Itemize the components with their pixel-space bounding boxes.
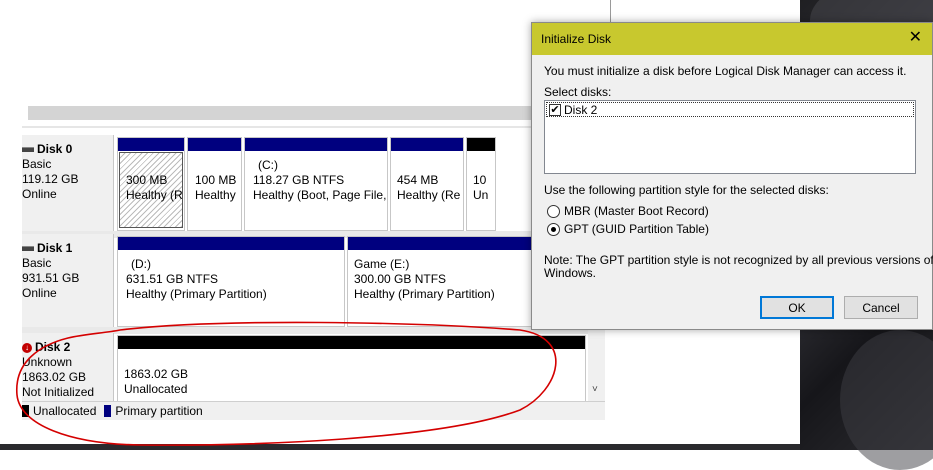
partition-style-label: Use the following partition style for th…: [544, 183, 829, 197]
disk-name: Disk 1: [37, 241, 73, 255]
partition-c[interactable]: (C:) 118.27 GB NTFS Healthy (Boot, Page Fi…: [244, 137, 388, 231]
disk-status: Online: [22, 187, 57, 201]
disk-icon: [22, 147, 34, 152]
partition-unallocated-small[interactable]: 10 Un: [466, 137, 496, 231]
partition-size: 631.51 GB NTFS: [126, 272, 219, 286]
partition-health: Healthy (Primary Partition): [126, 287, 267, 301]
partition-health: Healthy (Primary Partition): [354, 287, 495, 301]
disk-icon: [22, 246, 34, 251]
disk-row-2[interactable]: ↓ Disk 2 Unknown 1863.02 GB Not Initializ…: [22, 333, 588, 403]
legend-label: Primary partition: [115, 404, 203, 418]
partition-name: (C:): [258, 158, 278, 172]
partition-size: 1863.02 GB: [124, 367, 189, 381]
select-disks-label: Select disks:: [544, 85, 612, 99]
note-line: Note: The GPT partition style is not rec…: [544, 253, 933, 267]
gpt-note: Note: The GPT partition style is not rec…: [544, 254, 933, 280]
disk-name: Disk 0: [37, 142, 73, 156]
partition-health: Healthy (Boot, Page File,: [253, 188, 387, 202]
taskbar-edge: [0, 444, 800, 450]
disk-label[interactable]: Disk 1 Basic 931.51 GB Online: [22, 234, 114, 327]
mbr-label: MBR (Master Boot Record): [564, 204, 709, 218]
disk-checkbox[interactable]: ✔: [549, 103, 561, 116]
disk-status: Not Initialized: [22, 385, 95, 399]
legend-primary: Primary partition: [104, 404, 203, 418]
partition-size: 454 MB: [397, 173, 439, 187]
partition-recovery[interactable]: 300 MB Healthy (R: [117, 137, 185, 231]
scroll-down-arrow-icon[interactable]: ˅: [592, 384, 602, 396]
legend-unallocated: Unallocated: [22, 404, 96, 418]
disk-item-label: Disk 2: [564, 102, 598, 117]
disk-size: 931.51 GB: [22, 271, 80, 285]
dialog-message: You must initialize a disk before Logica…: [544, 64, 907, 78]
disk-size: 1863.02 GB: [22, 370, 87, 384]
cancel-button[interactable]: Cancel: [844, 296, 918, 319]
partition-efi[interactable]: 100 MB Healthy: [187, 137, 242, 231]
partition-health: Unallocated: [124, 382, 188, 396]
partition-size: 300 MB: [126, 173, 168, 187]
partition-size: 300.00 GB NTFS: [354, 272, 447, 286]
close-icon[interactable]: ✕: [909, 30, 922, 46]
panel-separator: [22, 126, 605, 128]
legend: Unallocated Primary partition: [22, 401, 605, 420]
disk-row-1[interactable]: Disk 1 Basic 931.51 GB Online (D:) 631.51…: [22, 234, 588, 327]
disk-row-0[interactable]: Disk 0 Basic 119.12 GB Online 300 MB Heal…: [22, 135, 588, 231]
gpt-label: GPT (GUID Partition Table): [564, 222, 709, 236]
disk-kind: Basic: [22, 256, 52, 270]
disk-name: Disk 2: [35, 340, 71, 354]
disk-listbox[interactable]: ✔ Disk 2: [544, 100, 916, 174]
partition-health: Un: [473, 188, 489, 202]
partition-unallocated[interactable]: 1863.02 GB Unallocated: [117, 335, 586, 403]
disk-label[interactable]: ↓ Disk 2 Unknown 1863.02 GB Not Initializ…: [22, 333, 114, 401]
partition-health: Healthy (Re: [397, 188, 461, 202]
disk-label[interactable]: Disk 0 Basic 119.12 GB Online: [22, 135, 114, 231]
initialize-disk-dialog: Initialize Disk ✕ You must initialize a …: [531, 22, 933, 330]
dialog-title-bar[interactable]: Initialize Disk: [532, 23, 932, 55]
disk-kind: Basic: [22, 157, 52, 171]
disk-kind: Unknown: [22, 355, 73, 369]
partition-name: Game (E:): [354, 257, 410, 271]
error-icon: ↓: [22, 342, 32, 353]
partition-health: Healthy (R: [126, 188, 183, 202]
mbr-option[interactable]: MBR (Master Boot Record): [547, 204, 709, 218]
primary-swatch: [104, 405, 112, 417]
note-line: Windows.: [544, 266, 597, 280]
dialog-title: Initialize Disk: [541, 32, 612, 46]
partition-name: (D:): [131, 257, 151, 271]
disk-status: Online: [22, 286, 57, 300]
ok-button[interactable]: OK: [760, 296, 834, 319]
unallocated-swatch: [22, 405, 29, 417]
legend-label: Unallocated: [33, 404, 97, 418]
partition-size: 118.27 GB NTFS: [253, 173, 345, 187]
disk-size: 119.12 GB: [22, 172, 79, 186]
gpt-radio[interactable]: [547, 222, 560, 236]
volume-list-bottom: [28, 106, 593, 120]
disk-list-item[interactable]: ✔ Disk 2: [546, 102, 914, 117]
disk-management-panel: Disk 0 Basic 119.12 GB Online 300 MB Heal…: [22, 104, 605, 420]
partition-recovery-2[interactable]: 454 MB Healthy (Re: [390, 137, 464, 231]
mbr-radio[interactable]: [547, 204, 560, 218]
partition-size: 10: [473, 173, 487, 187]
partition-d[interactable]: (D:) 631.51 GB NTFS Healthy (Primary Parti…: [117, 236, 345, 327]
partition-health: Healthy: [195, 188, 236, 202]
partition-e[interactable]: Game (E:) 300.00 GB NTFS Healthy (Primary …: [347, 236, 533, 327]
partition-size: 100 MB: [195, 173, 237, 187]
gpt-option[interactable]: GPT (GUID Partition Table): [547, 222, 709, 236]
